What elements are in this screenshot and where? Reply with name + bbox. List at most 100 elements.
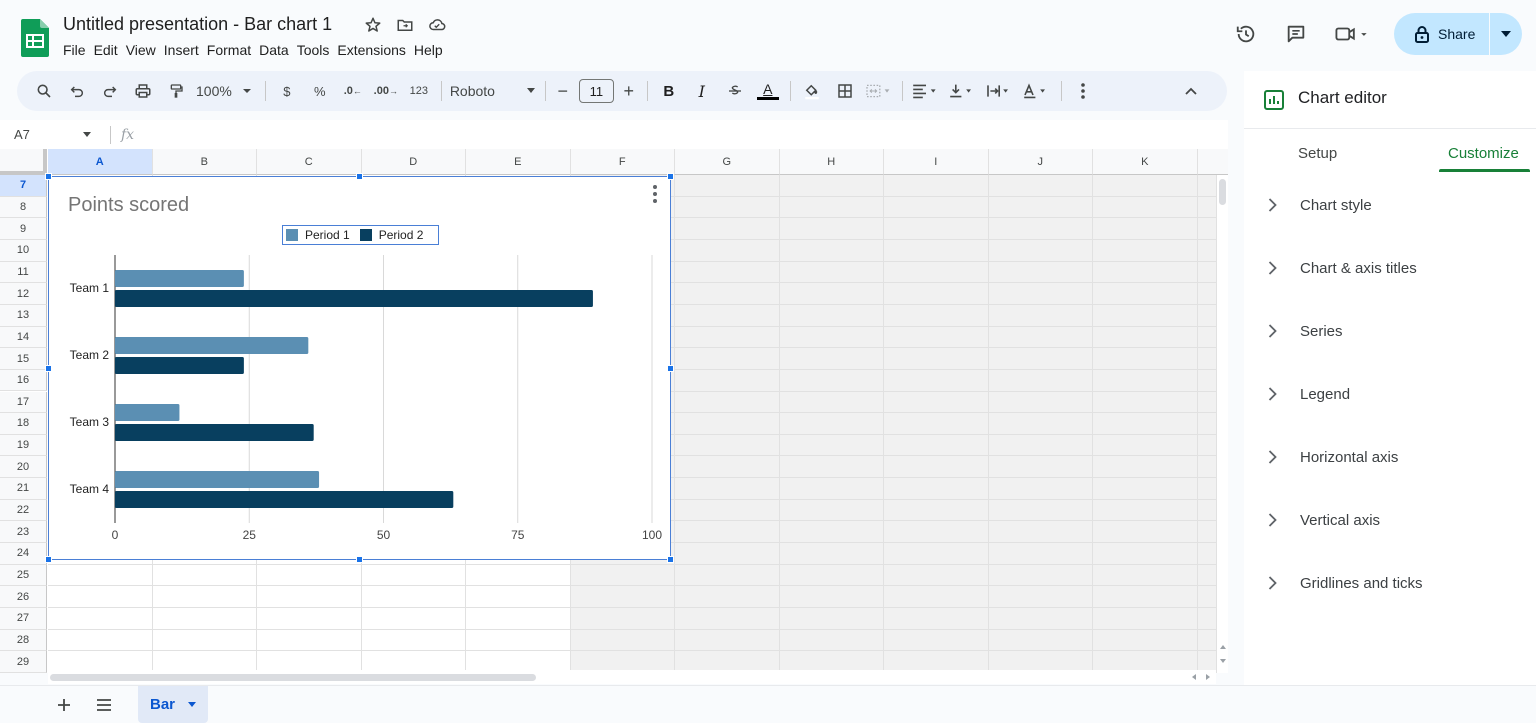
section-legend[interactable]: Legend (1244, 374, 1536, 414)
row-header-22[interactable]: 22 (0, 499, 47, 522)
resize-handle-top-left[interactable] (45, 173, 52, 180)
decrease-decimal-button[interactable]: .0 ← (340, 77, 366, 105)
horizontal-align-icon[interactable] (911, 77, 941, 105)
currency-format-button[interactable]: $ (274, 77, 300, 105)
section-series[interactable]: Series (1244, 311, 1536, 351)
font-size-input[interactable]: 11 (578, 79, 614, 103)
vertical-align-icon[interactable] (948, 77, 978, 105)
menu-help[interactable]: Help (414, 41, 451, 61)
share-button[interactable]: Share (1394, 13, 1522, 55)
row-header-18[interactable]: 18 (0, 413, 47, 435)
resize-handle-bottom-left[interactable] (45, 556, 52, 563)
column-header-d[interactable]: D (361, 149, 466, 175)
cloud-saved-icon[interactable] (426, 14, 448, 36)
section-vertical-axis[interactable]: Vertical axis (1244, 500, 1536, 540)
name-box[interactable]: A7 (0, 127, 100, 142)
text-wrapping-icon[interactable] (985, 77, 1015, 105)
paint-format-icon[interactable] (163, 77, 189, 105)
column-header-i[interactable]: I (884, 149, 989, 175)
scroll-up-arrow-icon[interactable] (1219, 643, 1227, 651)
row-header-20[interactable]: 20 (0, 456, 47, 479)
resize-handle-top-right[interactable] (667, 173, 674, 180)
menu-view[interactable]: View (126, 41, 164, 61)
number-format-button[interactable]: 123 (406, 77, 432, 105)
vertical-scrollbar[interactable] (1216, 175, 1228, 673)
meet-icon[interactable] (1326, 14, 1378, 54)
italic-button[interactable]: I (689, 77, 715, 105)
resize-handle-left[interactable] (45, 365, 52, 372)
column-header-c[interactable]: C (257, 149, 362, 175)
increase-font-size-button[interactable]: + (620, 77, 638, 105)
resize-handle-bottom[interactable] (356, 556, 363, 563)
row-header-29[interactable]: 29 (0, 651, 47, 673)
text-color-button[interactable]: A (755, 77, 781, 105)
more-options-icon[interactable] (1070, 77, 1096, 105)
row-header-15[interactable]: 15 (0, 348, 47, 370)
add-sheet-icon[interactable] (50, 693, 78, 717)
scroll-down-arrow-icon[interactable] (1219, 657, 1227, 665)
scroll-left-arrow-icon[interactable] (1190, 673, 1198, 681)
share-dropdown-arrow-icon[interactable] (1490, 13, 1522, 55)
print-icon[interactable] (130, 77, 156, 105)
all-sheets-icon[interactable] (90, 693, 118, 717)
section-gridlines-ticks[interactable]: Gridlines and ticks (1244, 563, 1536, 603)
row-header-13[interactable]: 13 (0, 304, 47, 327)
column-header-k[interactable]: K (1093, 149, 1198, 175)
section-chart-axis-titles[interactable]: Chart & axis titles (1244, 248, 1536, 288)
row-header-16[interactable]: 16 (0, 369, 47, 392)
column-header-h[interactable]: H (779, 149, 884, 175)
column-header-g[interactable]: G (675, 149, 780, 175)
undo-icon[interactable] (64, 77, 90, 105)
row-header-12[interactable]: 12 (0, 283, 47, 305)
menu-insert[interactable]: Insert (164, 41, 207, 61)
comment-icon[interactable] (1276, 14, 1316, 54)
share-main[interactable]: Share (1394, 13, 1490, 55)
sheet-tab-bar[interactable]: Bar (138, 686, 208, 723)
borders-icon[interactable] (832, 77, 858, 105)
decrease-font-size-button[interactable]: − (554, 77, 572, 105)
column-header-b[interactable]: B (152, 149, 257, 175)
row-header-21[interactable]: 21 (0, 478, 47, 500)
percent-format-button[interactable]: % (307, 77, 333, 105)
row-header-17[interactable]: 17 (0, 391, 47, 414)
row-header-24[interactable]: 24 (0, 543, 47, 565)
row-header-7[interactable]: 7 (0, 175, 47, 197)
column-header-e[interactable]: E (466, 149, 571, 175)
sheets-logo-icon[interactable] (21, 19, 49, 57)
resize-handle-right[interactable] (667, 365, 674, 372)
font-select[interactable]: Roboto (450, 77, 536, 105)
search-icon[interactable] (31, 77, 57, 105)
resize-handle-top[interactable] (356, 173, 363, 180)
move-folder-icon[interactable] (394, 14, 416, 36)
star-icon[interactable] (362, 14, 384, 36)
scroll-right-arrow-icon[interactable] (1204, 673, 1212, 681)
vertical-scroll-thumb[interactable] (1219, 179, 1226, 205)
bar-chart[interactable]: Points scored Period 1 Period 2 0 25 50 75 1… (45, 173, 674, 563)
history-icon[interactable] (1226, 14, 1266, 54)
menu-data[interactable]: Data (259, 41, 297, 61)
resize-handle-bottom-right[interactable] (667, 556, 674, 563)
row-header-9[interactable]: 9 (0, 218, 47, 240)
tab-setup[interactable]: Setup (1298, 145, 1337, 162)
text-rotation-icon[interactable] (1022, 77, 1052, 105)
row-header-27[interactable]: 27 (0, 608, 47, 630)
zoom-select[interactable]: 100% (196, 77, 256, 105)
formula-input[interactable] (144, 125, 1228, 145)
merge-cells-icon[interactable] (865, 77, 893, 105)
menu-file[interactable]: File (63, 41, 94, 61)
collapse-toolbar-icon[interactable] (1178, 77, 1204, 105)
increase-decimal-button[interactable]: .00 → (373, 77, 399, 105)
row-header-23[interactable]: 23 (0, 521, 47, 544)
menu-format[interactable]: Format (207, 41, 259, 61)
column-header-a[interactable]: A (48, 149, 153, 175)
row-header-14[interactable]: 14 (0, 326, 47, 349)
row-header-25[interactable]: 25 (0, 564, 47, 587)
document-title[interactable]: Untitled presentation - Bar chart 1 (63, 14, 332, 35)
horizontal-scrollbar[interactable] (48, 670, 1216, 684)
tab-customize[interactable]: Customize (1448, 145, 1519, 162)
column-header-f[interactable]: F (570, 149, 675, 175)
menu-extensions[interactable]: Extensions (337, 41, 413, 61)
redo-icon[interactable] (97, 77, 123, 105)
section-horizontal-axis[interactable]: Horizontal axis (1244, 437, 1536, 477)
row-header-26[interactable]: 26 (0, 586, 47, 608)
